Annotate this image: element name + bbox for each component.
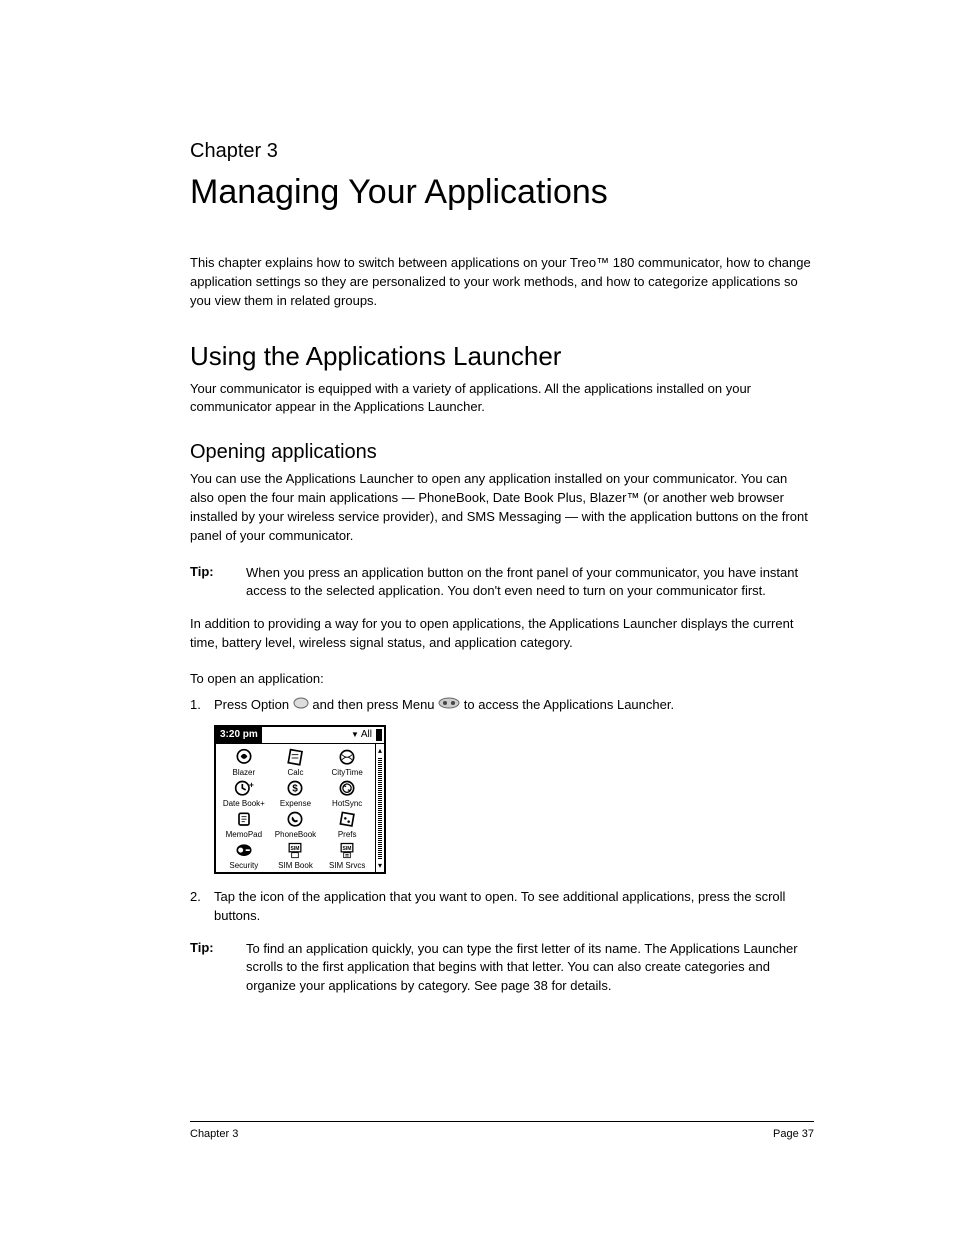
svg-text:SIM: SIM	[291, 846, 300, 852]
app-simsrvcs: SIMSIM Srvcs	[321, 841, 373, 870]
section-body: Your communicator is equipped with a var…	[190, 380, 814, 418]
app-phonebook: PhoneBook	[270, 810, 322, 839]
launcher-category: ▼ All	[351, 729, 384, 741]
app-hotsync: HotSync	[321, 779, 373, 808]
launcher-screenshot: 3:20 pm ▼ All Blazer Calc CityTime +Date…	[214, 725, 386, 874]
dropdown-icon: ▼	[351, 730, 359, 739]
step-text: Press Option and then press Menu to acce…	[214, 696, 674, 715]
chapter-title: Managing Your Applications	[190, 173, 814, 212]
step-number: 2.	[190, 888, 214, 926]
launcher-scrollbar: ▴ ▾	[375, 744, 384, 872]
document-page: Chapter 3 Managing Your Applications Thi…	[0, 0, 954, 1235]
battery-icon	[376, 729, 382, 741]
app-calc: Calc	[270, 748, 322, 777]
tip-label: Tip:	[190, 564, 246, 602]
footer-left: Chapter 3	[190, 1128, 238, 1140]
app-datebook: +Date Book+	[218, 779, 270, 808]
launcher-time: 3:20 pm	[216, 727, 262, 743]
app-security: Security	[218, 841, 270, 870]
tip-label: Tip:	[190, 940, 246, 997]
app-memopad: MemoPad	[218, 810, 270, 839]
tip-body: To find an application quickly, you can …	[246, 940, 814, 997]
subsection-heading: Opening applications	[190, 441, 814, 464]
launcher-category-label: All	[361, 729, 372, 740]
intro-paragraph: This chapter explains how to switch betw…	[190, 254, 814, 311]
chapter-label: Chapter 3	[190, 140, 814, 163]
procedure-step: 2. Tap the icon of the application that …	[190, 888, 814, 926]
procedure-list: 1. Press Option and then press Menu to a…	[190, 696, 814, 715]
launcher-grid: Blazer Calc CityTime +Date Book+ $Expens…	[216, 744, 375, 872]
step-text: Tap the icon of the application that you…	[214, 888, 814, 926]
procedure-list-cont: 2. Tap the icon of the application that …	[190, 888, 814, 926]
scroll-up-icon: ▴	[378, 746, 382, 755]
app-blazer: Blazer	[218, 748, 270, 777]
svg-text:+: +	[249, 779, 254, 789]
procedure-heading: To open an application:	[190, 671, 814, 686]
page-footer: Chapter 3 Page 37	[190, 1121, 814, 1140]
step-number: 1.	[190, 696, 214, 715]
section-heading: Using the Applications Launcher	[190, 341, 814, 372]
scroll-down-icon: ▾	[378, 861, 382, 870]
menu-key-icon	[438, 696, 460, 715]
app-simbook: SIMSIM Book	[270, 841, 322, 870]
subsection-body: You can use the Applications Launcher to…	[190, 470, 814, 545]
tip-body: When you press an application button on …	[246, 564, 814, 602]
option-key-icon	[293, 696, 309, 715]
app-expense: $Expense	[270, 779, 322, 808]
paragraph: In addition to providing a way for you t…	[190, 615, 814, 653]
app-prefs: Prefs	[321, 810, 373, 839]
svg-text:$: $	[293, 783, 299, 794]
launcher-titlebar: 3:20 pm ▼ All	[216, 727, 384, 744]
procedure-step: 1. Press Option and then press Menu to a…	[190, 696, 814, 715]
tip-block: Tip: To find an application quickly, you…	[190, 940, 814, 997]
footer-right: Page 37	[773, 1128, 814, 1140]
tip-block: Tip: When you press an application butto…	[190, 564, 814, 602]
app-citytime: CityTime	[321, 748, 373, 777]
svg-text:SIM: SIM	[343, 846, 352, 852]
